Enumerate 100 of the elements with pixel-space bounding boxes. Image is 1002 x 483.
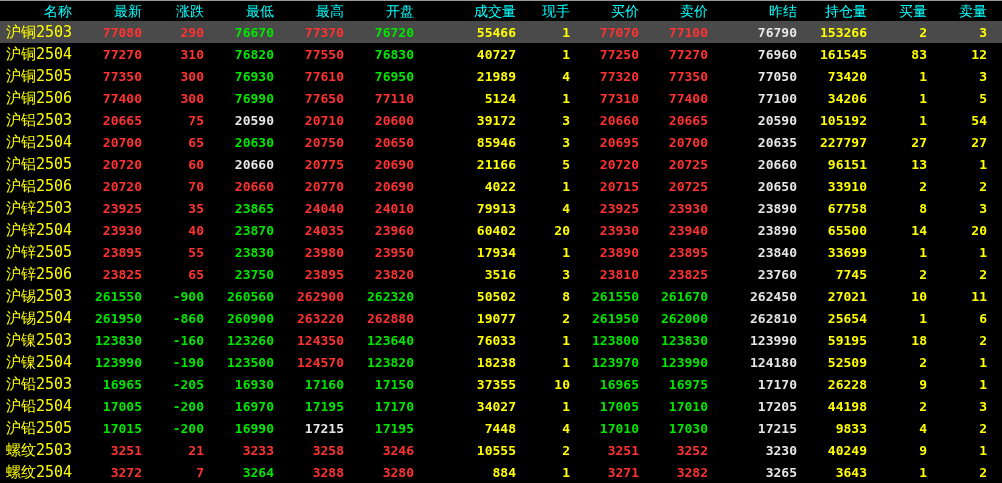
table-cell: 77610 bbox=[304, 70, 344, 83]
contract-name-cell-text: 沪铜2506 bbox=[5, 88, 72, 109]
table-cell: 23890 bbox=[757, 224, 797, 237]
column-header[interactable]: 卖价 bbox=[639, 1, 708, 21]
table-cell: 67758 bbox=[827, 202, 867, 215]
table-row[interactable]: 沪锌2506 23825 65 23750 23895 23820 3516 3 23810 23825 23760 7745 2 2 bbox=[0, 263, 1002, 285]
table-cell: 20695 bbox=[599, 136, 639, 149]
table-row[interactable]: 沪锡2504 261950 -860 260900 263220 262880 19077 2 261950 262000 262810 25654 1 6 bbox=[0, 307, 1002, 329]
table-cell: 23960 bbox=[374, 224, 414, 237]
table-cell: 3264 bbox=[242, 466, 274, 479]
table-cell: 20660 bbox=[234, 158, 274, 171]
table-cell: 1 bbox=[919, 70, 927, 83]
table-row[interactable]: 沪铜2505 77350 300 76930 77610 76950 21989 4 77320 77350 77050 73420 1 3 bbox=[0, 65, 1002, 87]
column-header[interactable]: 最高 bbox=[274, 1, 344, 21]
table-row[interactable]: 沪铜2503 77080 290 76670 77370 76720 55466 1 77070 77100 76790 153266 2 3 bbox=[0, 21, 1002, 43]
table-row[interactable]: 螺纹2504 3272 7 3264 3288 3280 884 1 3271 3282 3265 3643 1 2 bbox=[0, 461, 1002, 483]
column-header[interactable]: 最低 bbox=[204, 1, 274, 21]
table-cell: 34027 bbox=[476, 400, 516, 413]
table-cell: 3 bbox=[562, 136, 570, 149]
table-row[interactable]: 沪镍2503 123830 -160 123260 124350 123640 76033 1 123800 123830 123990 59195 18 2 bbox=[0, 329, 1002, 351]
table-cell: -160 bbox=[172, 334, 204, 347]
table-cell: 7448 bbox=[484, 422, 516, 435]
table-cell: 77320 bbox=[599, 70, 639, 83]
table-cell: 123990 bbox=[750, 334, 797, 347]
column-header[interactable]: 卖量 bbox=[927, 1, 987, 21]
table-cell: 27 bbox=[971, 136, 987, 149]
column-header[interactable]: 最新 bbox=[72, 1, 142, 21]
table-cell: 33699 bbox=[827, 246, 867, 259]
table-row[interactable]: 沪锌2504 23930 40 23870 24035 23960 60402 20 23930 23940 23890 65500 14 20 bbox=[0, 219, 1002, 241]
table-cell: 260560 bbox=[227, 290, 274, 303]
table-cell: 25654 bbox=[827, 312, 867, 325]
table-cell: 96151 bbox=[827, 158, 867, 171]
table-cell: 73420 bbox=[827, 70, 867, 83]
table-cell: 23810 bbox=[599, 268, 639, 281]
table-cell: 1 bbox=[562, 246, 570, 259]
table-cell: 20635 bbox=[757, 136, 797, 149]
table-cell: 20660 bbox=[757, 158, 797, 171]
table-cell: -190 bbox=[172, 356, 204, 369]
table-cell: 20660 bbox=[599, 114, 639, 127]
contract-name-cell-text: 沪铝2503 bbox=[5, 110, 72, 131]
table-cell: 20650 bbox=[374, 136, 414, 149]
table-cell: 23870 bbox=[234, 224, 274, 237]
table-cell: 27021 bbox=[827, 290, 867, 303]
table-cell: 16970 bbox=[234, 400, 274, 413]
table-cell: 83 bbox=[911, 48, 927, 61]
table-cell: 153266 bbox=[820, 26, 867, 39]
table-cell: 3271 bbox=[607, 466, 639, 479]
table-cell: 17030 bbox=[668, 422, 708, 435]
table-row[interactable]: 沪铝2505 20720 60 20660 20775 20690 21166 5 20720 20725 20660 96151 13 1 bbox=[0, 153, 1002, 175]
table-cell: 23760 bbox=[757, 268, 797, 281]
table-cell: -900 bbox=[172, 290, 204, 303]
table-row[interactable]: 沪镍2504 123990 -190 123500 124570 123820 18238 1 123970 123990 124180 52509 2 1 bbox=[0, 351, 1002, 373]
table-row[interactable]: 沪铜2506 77400 300 76990 77650 77110 5124 1 77310 77400 77100 34206 1 5 bbox=[0, 87, 1002, 109]
table-row[interactable]: 沪铅2504 17005 -200 16970 17195 17170 34027 1 17005 17010 17205 44198 2 3 bbox=[0, 395, 1002, 417]
table-cell: 1 bbox=[919, 246, 927, 259]
table-cell: 123260 bbox=[227, 334, 274, 347]
table-row[interactable]: 沪铝2504 20700 65 20630 20750 20650 85946 3 20695 20700 20635 227797 27 27 bbox=[0, 131, 1002, 153]
column-header[interactable]: 现手 bbox=[516, 1, 570, 21]
table-cell: 76950 bbox=[374, 70, 414, 83]
table-cell: 17215 bbox=[757, 422, 797, 435]
table-cell: 76990 bbox=[234, 92, 274, 105]
table-row[interactable]: 沪铝2506 20720 70 20660 20770 20690 4022 1 20715 20725 20650 33910 2 2 bbox=[0, 175, 1002, 197]
table-cell: 6 bbox=[979, 312, 987, 325]
table-row[interactable]: 沪铅2505 17015 -200 16990 17215 17195 7448 4 17010 17030 17215 9833 4 2 bbox=[0, 417, 1002, 439]
contract-name-cell-text: 沪铅2505 bbox=[5, 418, 72, 439]
table-cell: 7 bbox=[196, 466, 204, 479]
table-cell: 20720 bbox=[599, 158, 639, 171]
column-header[interactable]: 名称 bbox=[0, 1, 72, 21]
table-row[interactable]: 沪锌2503 23925 35 23865 24040 24010 79913 4 23925 23930 23890 67758 8 3 bbox=[0, 197, 1002, 219]
table-cell: 3 bbox=[979, 202, 987, 215]
table-cell: 76790 bbox=[757, 26, 797, 39]
contract-name-cell-text: 沪锡2503 bbox=[5, 286, 72, 307]
table-cell: 23930 bbox=[599, 224, 639, 237]
table-cell: 23980 bbox=[304, 246, 344, 259]
column-header[interactable]: 昨结 bbox=[708, 1, 797, 21]
table-row[interactable]: 沪锌2505 23895 55 23830 23980 23950 17934 1 23890 23895 23840 33699 1 1 bbox=[0, 241, 1002, 263]
table-cell: 17150 bbox=[374, 378, 414, 391]
table-row[interactable]: 螺纹2503 3251 21 3233 3258 3246 10555 2 3251 3252 3230 40249 9 1 bbox=[0, 439, 1002, 461]
column-header[interactable]: 开盘 bbox=[344, 1, 414, 21]
table-cell: 60 bbox=[188, 158, 204, 171]
table-cell: 65 bbox=[188, 268, 204, 281]
table-row[interactable]: 沪铅2503 16965 -205 16930 17160 17150 37355 10 16965 16975 17170 26228 9 1 bbox=[0, 373, 1002, 395]
table-cell: 17195 bbox=[374, 422, 414, 435]
column-header[interactable]: 买价 bbox=[570, 1, 639, 21]
table-cell: 262810 bbox=[750, 312, 797, 325]
table-cell: 1 bbox=[979, 378, 987, 391]
table-cell: 1 bbox=[979, 246, 987, 259]
contract-name-cell-text: 沪锡2504 bbox=[5, 308, 72, 329]
column-header[interactable]: 买量 bbox=[867, 1, 927, 21]
table-cell: 76830 bbox=[374, 48, 414, 61]
table-row[interactable]: 沪铜2504 77270 310 76820 77550 76830 40727 1 77250 77270 76960 161545 83 12 bbox=[0, 43, 1002, 65]
column-header[interactable]: 涨跌 bbox=[142, 1, 204, 21]
table-row[interactable]: 沪锡2503 261550 -900 260560 262900 262320 50502 8 261550 261670 262450 27021 10 11 bbox=[0, 285, 1002, 307]
table-cell: 123500 bbox=[227, 356, 274, 369]
column-header[interactable]: 持仓量 bbox=[797, 1, 867, 21]
column-header[interactable]: 成交量 bbox=[414, 1, 516, 21]
table-row[interactable]: 沪铝2503 20665 75 20590 20710 20600 39172 3 20660 20665 20590 105192 1 54 bbox=[0, 109, 1002, 131]
table-cell: 77370 bbox=[304, 26, 344, 39]
table-cell: 262320 bbox=[367, 290, 414, 303]
table-cell: 9 bbox=[919, 378, 927, 391]
